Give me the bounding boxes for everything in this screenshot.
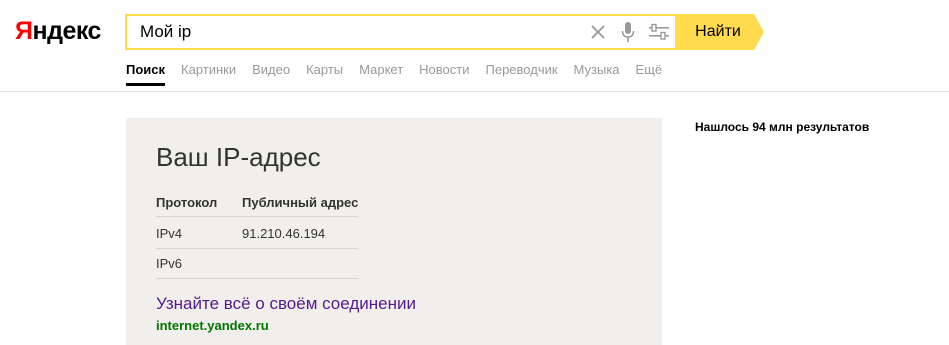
- connection-info-url[interactable]: internet.yandex.ru: [156, 318, 269, 333]
- logo-first-letter: Я: [15, 17, 33, 45]
- header-divider: [0, 91, 949, 92]
- connection-info-link[interactable]: Узнайте всё о своём соединении: [156, 294, 416, 314]
- find-button[interactable]: Найти: [676, 14, 754, 50]
- logo-rest: ндекс: [32, 17, 101, 45]
- row-protocol: IPv4: [156, 226, 183, 241]
- address-header: Публичный адрес: [242, 195, 359, 210]
- protocol-header: Протокол: [156, 195, 218, 210]
- close-icon[interactable]: [589, 23, 607, 41]
- row-protocol: IPv6: [156, 256, 183, 271]
- search-input[interactable]: [140, 22, 580, 42]
- table-divider: [156, 278, 358, 279]
- tab-news[interactable]: Новости: [419, 62, 469, 86]
- tab-market[interactable]: Маркет: [359, 62, 403, 86]
- tab-images[interactable]: Картинки: [181, 62, 236, 86]
- row-address: 91.210.46.194: [242, 226, 326, 241]
- settings-sliders-icon[interactable]: [648, 23, 670, 41]
- microphone-icon[interactable]: [621, 21, 635, 43]
- tab-maps[interactable]: Карты: [306, 62, 343, 86]
- tab-search[interactable]: Поиск: [126, 62, 166, 86]
- ip-address-card: Ваш IP-адрес Протокол Публичный адрес IP…: [126, 118, 662, 345]
- find-button-arrow: [754, 14, 764, 50]
- search-tabs: Поиск Картинки Видео Карты Маркет Новост…: [126, 62, 678, 86]
- search-box: [125, 14, 677, 50]
- tab-music[interactable]: Музыка: [574, 62, 620, 86]
- tab-more[interactable]: Ещё: [636, 62, 663, 86]
- card-title: Ваш IP-адрес: [156, 142, 321, 172]
- table-divider: [156, 248, 358, 249]
- table-divider: [156, 216, 358, 217]
- results-count: Нашлось 94 млн результатов: [695, 120, 870, 134]
- yandex-logo[interactable]: Яндекс: [15, 17, 101, 46]
- tab-video[interactable]: Видео: [252, 62, 290, 86]
- tab-translate[interactable]: Переводчик: [486, 62, 558, 86]
